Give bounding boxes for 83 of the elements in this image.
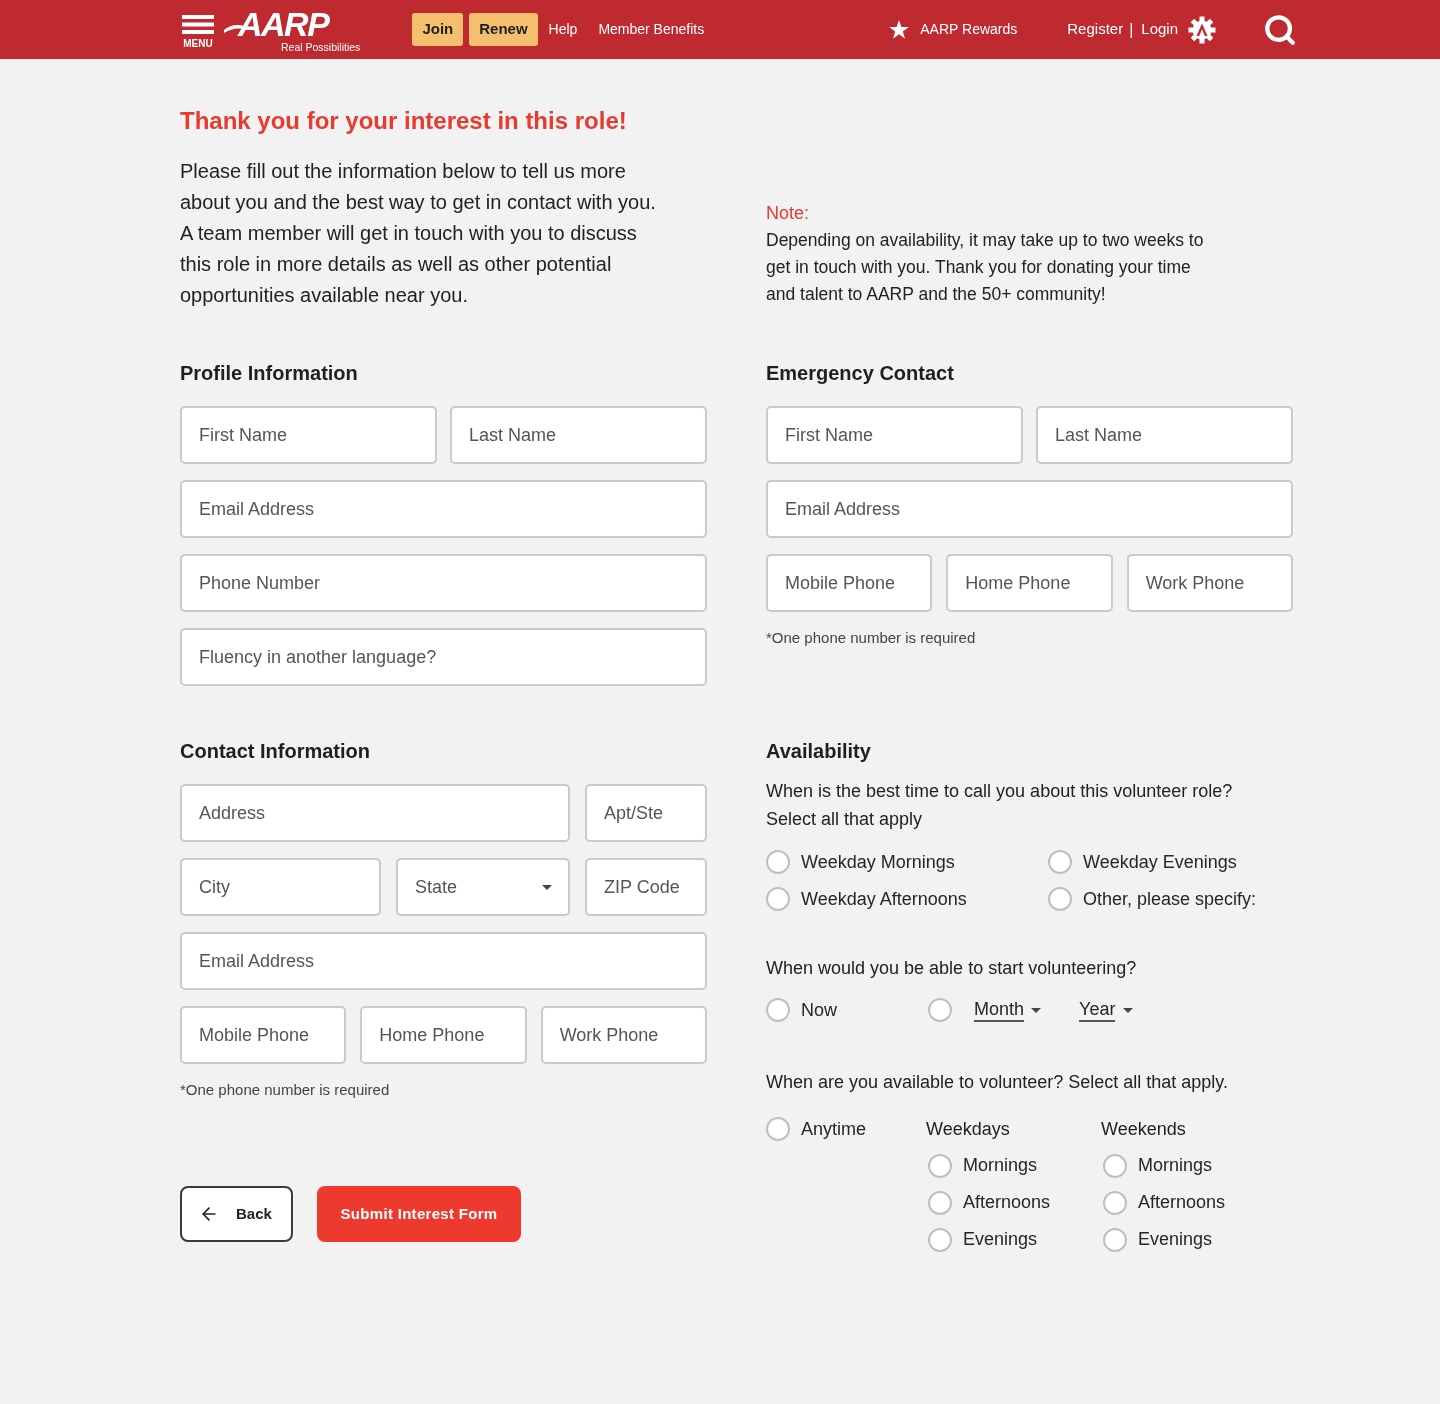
logo-wordmark[interactable]: AARP xyxy=(238,8,329,39)
input-field[interactable]: Last Name xyxy=(1036,406,1293,464)
option-label: Evenings xyxy=(1138,1228,1213,1251)
menu-button[interactable]: MENU xyxy=(182,10,214,49)
input-field[interactable]: Work Phone xyxy=(540,1006,707,1064)
caret-icon xyxy=(1123,1007,1134,1013)
section-heading: Emergency Contact xyxy=(766,361,955,385)
radio-button[interactable] xyxy=(766,998,790,1022)
month-dropdown[interactable]: Month xyxy=(974,998,1042,1022)
intro-text: Please fill out the information below to tell us more about you and the best way to get in contact with you. A team member will get in touch with you to discuss this role in more details as well as other potential opportunities available near you. xyxy=(180,159,657,308)
radio-button[interactable] xyxy=(766,1117,790,1141)
nav-button[interactable]: Join xyxy=(412,13,464,46)
option-label: Mornings xyxy=(1138,1154,1213,1177)
input-field[interactable]: Fluency in another language? xyxy=(180,628,707,686)
input-field[interactable]: Phone Number xyxy=(180,554,707,612)
select-field[interactable]: State xyxy=(396,858,570,916)
option-label: Weekday Mornings xyxy=(801,850,955,874)
option-label: Afternoons xyxy=(963,1191,1051,1214)
input-field[interactable]: Address xyxy=(180,784,570,842)
menu-icon xyxy=(182,14,214,34)
caret-icon xyxy=(542,884,552,890)
radio-button[interactable] xyxy=(1103,1227,1127,1252)
radio-button[interactable] xyxy=(1048,887,1072,911)
footnote: *One phone number is required xyxy=(180,1081,391,1099)
rewards-link[interactable]: AARP Rewards xyxy=(889,19,1018,40)
input-field[interactable]: Home Phone xyxy=(360,1006,527,1064)
link-separator: | xyxy=(1129,19,1134,40)
radio-button[interactable] xyxy=(766,850,790,874)
input-field[interactable]: Mobile Phone xyxy=(766,554,933,612)
option-label: Now xyxy=(801,998,837,1022)
note-label: Note: xyxy=(766,202,811,225)
section-heading: Availability xyxy=(766,739,872,763)
star-icon xyxy=(889,20,910,39)
input-field[interactable]: Email Address xyxy=(766,480,1293,538)
group-title: Weekdays xyxy=(926,1117,1010,1141)
question-text: When is the best time to call you about this volunteer role? xyxy=(766,780,1234,803)
register-link[interactable]: Register xyxy=(1067,18,1124,41)
option-label: Weekday Afternoons xyxy=(801,887,967,911)
radio-button[interactable] xyxy=(1048,850,1072,874)
group-title: Weekends xyxy=(1101,1117,1186,1141)
login-link[interactable]: Login xyxy=(1141,18,1178,41)
input-field[interactable]: First Name xyxy=(180,406,437,464)
nav-link[interactable]: Help xyxy=(548,19,578,40)
option-label: Afternoons xyxy=(1138,1191,1226,1214)
submit-button[interactable]: Submit Interest Form xyxy=(317,1186,521,1242)
year-dropdown[interactable]: Year xyxy=(1079,998,1134,1022)
radio-button[interactable] xyxy=(928,1227,952,1252)
option-label: Anytime xyxy=(801,1117,867,1141)
input-field[interactable]: ZIP Code xyxy=(585,858,707,916)
nav-button[interactable]: Renew xyxy=(469,13,538,46)
section-heading: Profile Information xyxy=(180,361,359,385)
logo-tagline: Real Possibilities xyxy=(281,40,361,53)
radio-button[interactable] xyxy=(928,998,952,1022)
gear-icon[interactable] xyxy=(1188,15,1216,44)
input-field[interactable]: Last Name xyxy=(450,406,707,464)
caret-icon xyxy=(1031,1007,1042,1013)
back-button[interactable]: Back xyxy=(180,1186,293,1242)
option-label: Weekday Evenings xyxy=(1083,850,1237,874)
radio-button[interactable] xyxy=(766,887,790,911)
input-field[interactable]: Home Phone xyxy=(946,554,1113,612)
input-field[interactable]: Apt/Ste xyxy=(585,784,707,842)
footnote: *One phone number is required xyxy=(766,629,977,647)
radio-button[interactable] xyxy=(1103,1190,1127,1215)
option-label: Mornings xyxy=(963,1154,1038,1177)
input-field[interactable]: First Name xyxy=(766,406,1023,464)
option-label: Other, please specify: xyxy=(1083,887,1257,911)
option-label: Evenings xyxy=(963,1228,1038,1251)
input-field[interactable]: City xyxy=(180,858,381,916)
input-field[interactable]: Mobile Phone xyxy=(180,1006,347,1064)
radio-button[interactable] xyxy=(928,1153,952,1178)
input-field[interactable]: Work Phone xyxy=(1126,554,1293,612)
note-text: Depending on availability, it may take up to two weeks to get in touch with you. Thank you for donating your time and talent to AARP and the 50+ community! xyxy=(766,229,1205,306)
question-hint: Select all that apply xyxy=(766,808,924,831)
radio-button[interactable] xyxy=(1103,1153,1127,1178)
nav-link[interactable]: Member Benefits xyxy=(598,19,705,40)
radio-button[interactable] xyxy=(928,1190,952,1215)
input-field[interactable]: Email Address xyxy=(180,480,707,538)
section-heading: Contact Information xyxy=(180,739,371,763)
question-text: When would you be able to start volunteering? xyxy=(766,957,1138,980)
question-text: When are you available to volunteer? Select all that apply. xyxy=(766,1071,1229,1094)
input-field[interactable]: Email Address xyxy=(180,932,707,990)
search-icon[interactable] xyxy=(1263,12,1297,47)
page-title: Thank you for your interest in this role! xyxy=(180,106,628,136)
